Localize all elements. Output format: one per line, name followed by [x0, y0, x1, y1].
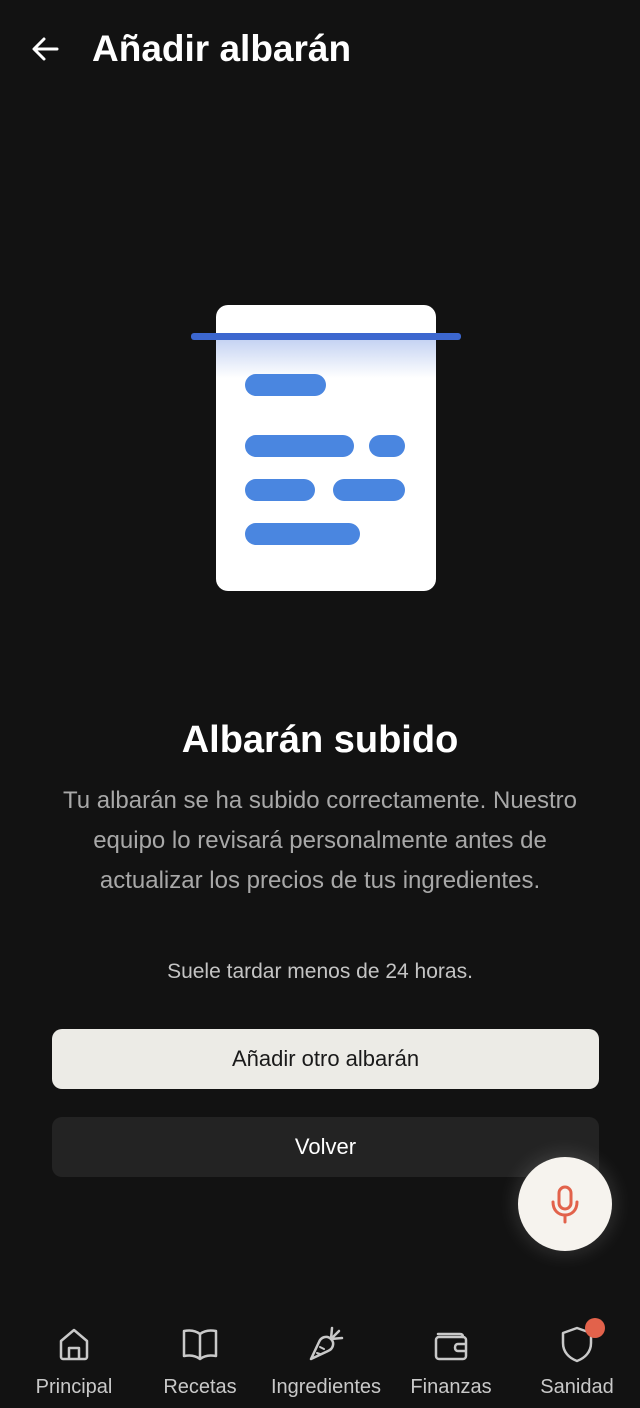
status-note: Suele tardar menos de 24 horas. — [167, 960, 473, 983]
document-line — [245, 479, 315, 501]
nav-label: Finanzas — [410, 1376, 492, 1398]
nav-label: Recetas — [163, 1376, 237, 1398]
app-header: Añadir albarán — [0, 0, 640, 100]
nav-item-sanidad[interactable]: Sanidad — [514, 1318, 640, 1404]
scan-glow — [216, 340, 436, 378]
nav-label: Ingredientes — [270, 1376, 382, 1398]
add-another-button[interactable]: Añadir otro albarán — [52, 1029, 599, 1089]
screen: Añadir albarán Albarán subido Tu albarán… — [0, 0, 640, 1408]
document-line — [245, 374, 326, 396]
document-line — [369, 435, 405, 457]
scan-line — [191, 333, 461, 340]
document-line — [245, 435, 354, 457]
wallet-icon — [434, 1332, 468, 1361]
microphone-icon — [551, 1185, 579, 1224]
nav-label: Sanidad — [540, 1376, 614, 1398]
carrot-icon — [309, 1326, 344, 1361]
status-description: Tu albarán se ha subido correctamente. N… — [62, 787, 578, 894]
nav-item-finanzas[interactable]: Finanzas — [388, 1324, 514, 1404]
home-icon — [59, 1328, 89, 1361]
document-line — [333, 479, 405, 501]
notification-badge — [585, 1318, 605, 1338]
page-title: Añadir albarán — [92, 28, 352, 69]
arrow-left-icon — [32, 37, 59, 61]
nav-item-ingredientes[interactable]: Ingredientes — [263, 1324, 389, 1404]
nav-item-recetas[interactable]: Recetas — [137, 1324, 263, 1404]
document-scan-illustration — [190, 300, 462, 596]
bottom-nav: Principal Recetas Ingredientes Finanzas … — [0, 1306, 640, 1408]
document-line — [245, 523, 360, 545]
nav-item-principal[interactable]: Principal — [11, 1324, 137, 1404]
nav-label: Principal — [35, 1376, 113, 1398]
back-to-previous-button[interactable]: Volver — [52, 1117, 599, 1177]
voice-input-button[interactable] — [518, 1157, 612, 1251]
back-button[interactable] — [22, 26, 68, 72]
status-headline: Albarán subido — [181, 719, 459, 761]
book-icon — [182, 1329, 218, 1361]
